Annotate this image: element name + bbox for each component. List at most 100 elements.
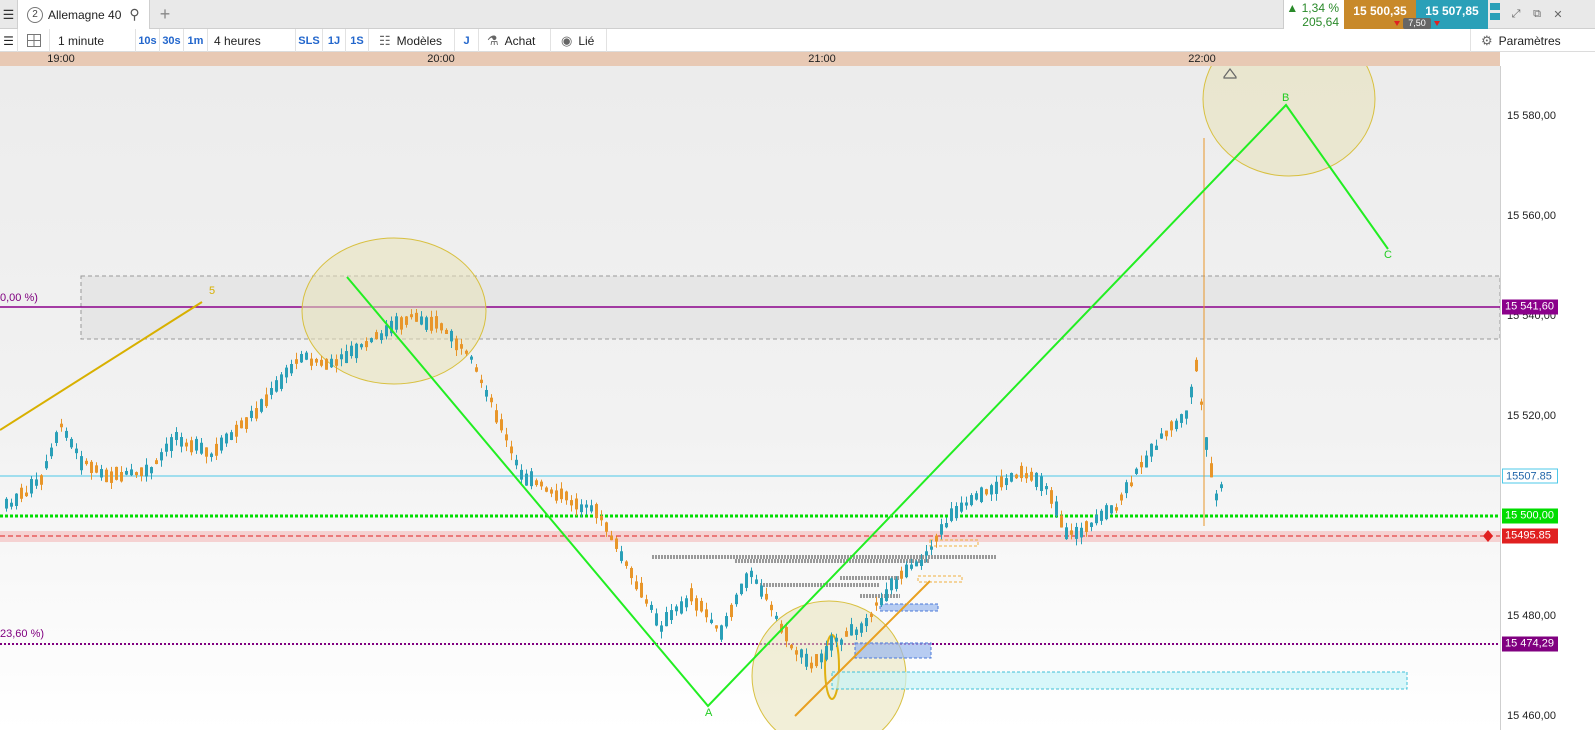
candle-body	[855, 629, 858, 635]
highlight-ellipse[interactable]	[1202, 66, 1376, 177]
candle-body	[665, 612, 668, 627]
candle-body	[590, 505, 593, 512]
order-price-tag[interactable]: 15495.85	[1502, 528, 1558, 544]
candle-body	[680, 601, 683, 614]
range-select[interactable]: 4 heures	[208, 29, 296, 52]
price-tick: 15 560,00	[1507, 210, 1556, 222]
candle-body	[610, 535, 613, 541]
popout-icon[interactable]: ⧉	[1527, 0, 1547, 29]
candle-body	[340, 354, 343, 360]
settings-button[interactable]: ⚙ Paramètres	[1470, 29, 1595, 52]
candle-body	[485, 389, 488, 397]
candle-body	[1055, 501, 1058, 516]
candle-body	[625, 561, 628, 566]
candle-body	[645, 599, 648, 604]
offer-price-tag[interactable]: 15507.85	[1502, 468, 1558, 484]
candle-body	[760, 585, 763, 597]
buy-indicator-button[interactable]: ⚗ Achat	[479, 29, 551, 52]
candle-body	[875, 602, 878, 606]
highlight-ellipse[interactable]	[751, 600, 907, 730]
candle-body	[55, 432, 58, 443]
candle-body	[410, 314, 413, 318]
candle-body	[825, 646, 828, 660]
orange-zone[interactable]	[917, 575, 963, 583]
candle-body	[60, 423, 63, 428]
price-tick: 15 480,00	[1507, 610, 1556, 622]
search-icon[interactable]: ⚲	[129, 6, 139, 23]
candle-body	[940, 524, 943, 535]
candle-body	[1170, 421, 1173, 431]
chart-canvas[interactable]	[0, 66, 1500, 730]
candle-body	[635, 581, 638, 590]
cyan-zone[interactable]	[831, 671, 1408, 690]
candle-body	[600, 515, 603, 521]
sell-price: 15 500,35	[1353, 4, 1407, 18]
candle-body	[675, 606, 678, 612]
add-tab-button[interactable]: +	[150, 0, 180, 29]
linked-button[interactable]: ◉ Lié	[551, 29, 607, 52]
close-icon[interactable]: ✕	[1548, 0, 1568, 29]
candle-body	[435, 316, 438, 329]
expand-icon[interactable]: ⤢	[1506, 0, 1526, 29]
candle-body	[870, 613, 873, 617]
candle-body	[1085, 521, 1088, 532]
candle-body	[355, 343, 358, 359]
j-button[interactable]: J	[455, 29, 479, 52]
price-tick: 15 580,00	[1507, 110, 1556, 122]
candle-body	[1010, 472, 1013, 482]
hamburger-icon[interactable]: ☰	[0, 0, 18, 29]
candle-body	[1035, 472, 1038, 487]
candle-body	[105, 469, 108, 483]
candle-body	[1005, 478, 1008, 486]
blue-zone[interactable]	[879, 603, 939, 612]
candle-body	[110, 471, 113, 483]
candle-body	[350, 345, 353, 357]
wave-c-label: C	[1384, 249, 1392, 261]
candle-body	[1000, 476, 1003, 488]
candle-body	[1110, 505, 1113, 514]
sls-button[interactable]: SLS	[296, 29, 323, 52]
fib-price-tag[interactable]: 15 474,29	[1502, 636, 1558, 652]
arrow-down-icon	[1434, 21, 1440, 26]
candle-body	[215, 443, 218, 456]
candlesticks	[5, 138, 1223, 673]
candle-body	[1200, 401, 1203, 405]
candle-body	[5, 498, 8, 509]
resistance-price-tag[interactable]: 15 541,60	[1502, 299, 1558, 315]
layout-icon[interactable]	[18, 29, 50, 52]
quick-10s-button[interactable]: 10s	[136, 29, 160, 52]
candle-body	[430, 316, 433, 331]
price-chart[interactable]: 0,00 %) 23,60 %) 5 A B C	[0, 66, 1500, 730]
candle-body	[15, 493, 18, 506]
candle-body	[540, 481, 543, 487]
timeframe-select[interactable]: 1 minute	[50, 29, 136, 52]
candle-body	[695, 598, 698, 611]
quick-30s-button[interactable]: 30s	[160, 29, 184, 52]
candle-body	[1220, 484, 1223, 489]
candle-body	[585, 504, 588, 508]
quick-1m-button[interactable]: 1m	[184, 29, 208, 52]
candle-body	[225, 433, 228, 444]
candle-body	[495, 410, 498, 423]
candle-body	[315, 358, 318, 363]
candle-body	[545, 487, 548, 492]
candle-body	[460, 344, 463, 349]
buy-price: 15 507,85	[1425, 4, 1479, 18]
candle-body	[1040, 476, 1043, 492]
1j-button[interactable]: 1J	[323, 29, 346, 52]
candle-body	[380, 333, 383, 341]
candle-body	[1115, 507, 1118, 511]
candle-body	[1020, 465, 1023, 479]
candle-body	[1145, 455, 1148, 468]
bid-price-tag[interactable]: 15 500,00	[1502, 508, 1558, 524]
1s-button[interactable]: 1S	[346, 29, 369, 52]
models-button[interactable]: ☷ Modèles	[369, 29, 455, 52]
candle-body	[1130, 482, 1133, 487]
candle-body	[790, 644, 793, 649]
candle-body	[395, 316, 398, 330]
tab-allemagne-40[interactable]: 2 Allemagne 40 ⚲	[18, 0, 150, 29]
highlight-ellipse[interactable]	[301, 237, 487, 385]
fib-23-label: 23,60 %)	[0, 628, 45, 640]
candle-body	[520, 469, 523, 480]
list-icon[interactable]: ☰	[0, 29, 18, 52]
